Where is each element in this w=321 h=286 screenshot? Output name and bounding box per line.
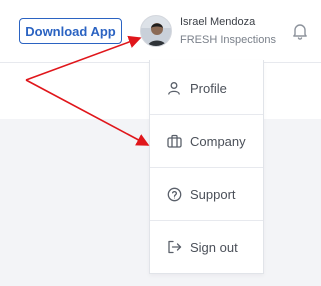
user-menu-dropdown: Profile Company Support Sign out	[149, 60, 264, 274]
user-name[interactable]: Israel Mendoza	[180, 15, 255, 29]
menu-item-support[interactable]: Support	[150, 180, 263, 208]
avatar[interactable]	[140, 15, 172, 47]
menu-item-sign-out[interactable]: Sign out	[150, 233, 263, 261]
briefcase-icon	[166, 133, 182, 149]
bell-icon[interactable]	[290, 20, 310, 42]
menu-item-label: Profile	[190, 80, 227, 96]
menu-item-label: Support	[190, 186, 236, 202]
divider	[150, 114, 263, 115]
sign-out-icon	[166, 239, 182, 255]
menu-item-profile[interactable]: Profile	[150, 74, 263, 102]
help-circle-icon	[166, 186, 182, 202]
divider	[150, 220, 263, 221]
divider	[150, 167, 263, 168]
menu-item-company[interactable]: Company	[150, 127, 263, 155]
download-app-button[interactable]: Download App	[19, 18, 122, 44]
menu-item-label: Company	[190, 133, 246, 149]
user-organization: FRESH Inspections	[180, 34, 276, 46]
avatar-photo	[141, 16, 171, 46]
user-icon	[166, 80, 182, 96]
top-bar: Download App Israel Mendoza FRESH Inspec…	[0, 0, 321, 63]
menu-item-label: Sign out	[190, 239, 238, 255]
